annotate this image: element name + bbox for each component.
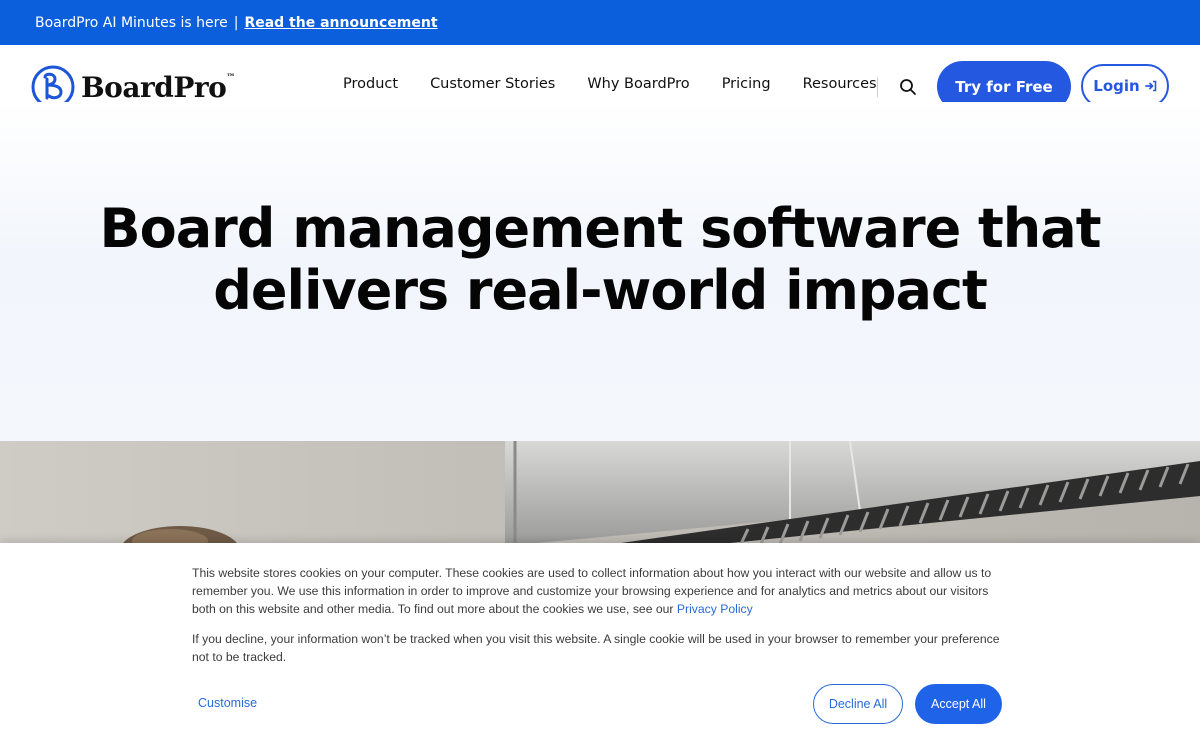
hero-photo	[0, 441, 1200, 546]
brand-name: BoardPro	[81, 70, 227, 104]
privacy-policy-link[interactable]: Privacy Policy	[677, 602, 753, 616]
announcement-separator: |	[233, 14, 239, 31]
hero-photo-image	[0, 441, 1200, 546]
announcement-bar: BoardPro AI Minutes is here | Read the a…	[0, 0, 1200, 45]
hero-title-line-1: Board management software that	[99, 197, 1101, 260]
cookie-text-1: This website stores cookies on your comp…	[192, 564, 1012, 618]
login-label: Login	[1093, 77, 1140, 95]
accept-all-button[interactable]: Accept All	[915, 684, 1002, 724]
nav-item-pricing[interactable]: Pricing	[722, 76, 771, 92]
customise-button[interactable]: Customise	[198, 696, 257, 710]
cookie-text-1-body: This website stores cookies on your comp…	[192, 566, 992, 616]
cookie-text-2: If you decline, your information won’t b…	[192, 632, 1000, 664]
decline-all-button[interactable]: Decline All	[813, 684, 903, 724]
nav-item-product[interactable]: Product	[343, 76, 398, 92]
search-icon[interactable]	[899, 78, 917, 96]
hero-title-line-2: delivers real-world impact	[213, 259, 988, 322]
nav-item-resources[interactable]: Resources	[803, 76, 877, 92]
nav-item-why-boardpro[interactable]: Why BoardPro	[587, 76, 689, 92]
brand-trademark: ™	[226, 72, 235, 83]
sign-in-icon	[1144, 80, 1157, 92]
nav-item-customer-stories[interactable]: Customer Stories	[430, 76, 555, 92]
announcement-link[interactable]: Read the announcement	[244, 15, 437, 31]
hero-title: Board management software that delivers …	[0, 198, 1200, 322]
try-for-free-label: Try for Free	[955, 77, 1053, 96]
nav-divider	[877, 77, 878, 97]
main-nav: Product Customer Stories Why BoardPro Pr…	[343, 76, 909, 92]
announcement-text: BoardPro AI Minutes is here	[35, 14, 228, 31]
cookie-banner: This website stores cookies on your comp…	[0, 543, 1200, 750]
logo-wordmark: BoardPro™	[81, 71, 235, 104]
